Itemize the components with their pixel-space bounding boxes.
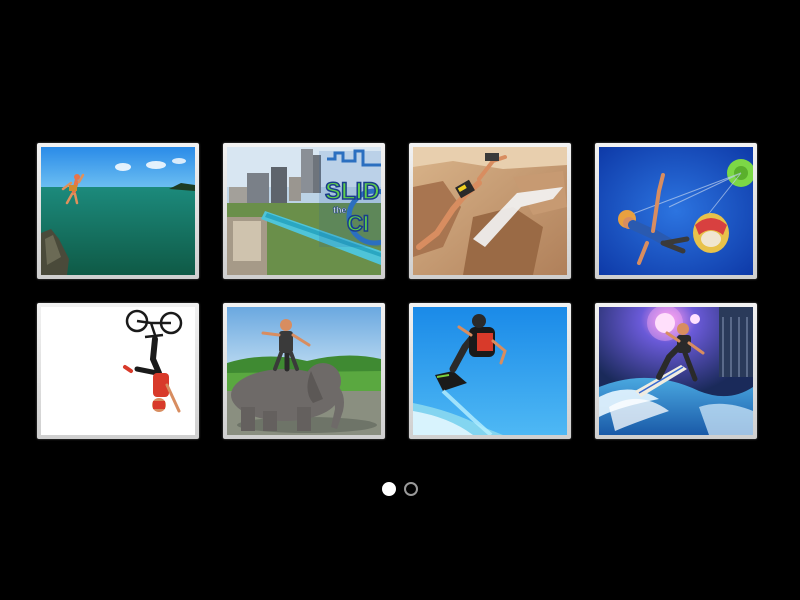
thumbnail-flyboard[interactable] xyxy=(409,303,571,439)
thumbnail-indoor-surf[interactable] xyxy=(595,303,757,439)
cliff-jump-image xyxy=(41,147,195,275)
slide-city-logo-line3: CI xyxy=(347,211,369,236)
thumbnail-paraglider[interactable] xyxy=(595,143,757,279)
rock-climbing-image xyxy=(413,147,567,275)
slide-the-city-image: SLID the CI xyxy=(227,147,381,275)
thumbnail-cliff-jump[interactable] xyxy=(37,143,199,279)
thumbnail-elephant-ride[interactable] xyxy=(223,303,385,439)
page-dot-1[interactable] xyxy=(382,482,396,496)
slide-city-logo-line1: SLID xyxy=(325,178,380,205)
thumbnail-gallery: SLID the CI xyxy=(0,0,800,600)
bmx-flip-image xyxy=(41,307,195,435)
pagination-dots xyxy=(0,482,800,496)
elephant-ride-image xyxy=(227,307,381,435)
page-dot-2[interactable] xyxy=(404,482,418,496)
indoor-surf-image xyxy=(599,307,753,435)
slide-city-logo-line2: the xyxy=(333,205,347,215)
thumbnail-rock-climbing[interactable] xyxy=(409,143,571,279)
thumbnail-slide-the-city[interactable]: SLID the CI xyxy=(223,143,385,279)
paraglider-image xyxy=(599,147,753,275)
thumbnail-bmx-flip[interactable] xyxy=(37,303,199,439)
flyboard-image xyxy=(413,307,567,435)
